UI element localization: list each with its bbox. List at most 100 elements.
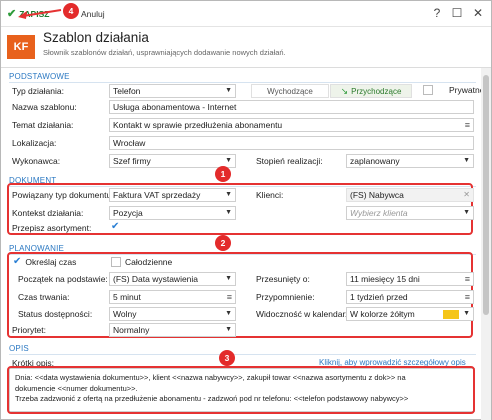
context-select[interactable]: Pozycja ▼ <box>109 206 236 220</box>
duration-value: 5 minut <box>113 292 141 302</box>
start-value: (FS) Data wystawienia <box>113 274 199 284</box>
assortment-label: Przepisz asortyment: <box>12 223 92 233</box>
menu-icon[interactable]: ≡ <box>465 119 470 131</box>
name-value: Usługa abonamentowa - Internet <box>113 102 237 112</box>
executor-value: Szef firmy <box>113 156 151 166</box>
priority-label: Priorytet: <box>12 325 47 335</box>
client-select[interactable]: Wybierz klienta ▼ <box>346 206 474 220</box>
chevron-down-icon: ▼ <box>225 275 232 282</box>
location-input[interactable]: Wrocław <box>109 136 474 150</box>
all-day-label: Całodzienne <box>125 257 173 267</box>
chevron-down-icon: ▼ <box>225 87 232 94</box>
shift-label: Przesunięty o: <box>256 274 310 284</box>
chevron-down-icon: ▼ <box>463 157 470 164</box>
chevron-down-icon: ▼ <box>225 157 232 164</box>
priority-value: Normalny <box>113 325 150 335</box>
outgoing-label: Wychodzące <box>267 86 313 96</box>
chevron-down-icon: ▼ <box>463 310 470 317</box>
template-window: ✔ ZAPISZ Anuluj ? ☐ ✕ 4 KF Szablon dział… <box>0 0 492 420</box>
shift-input[interactable]: 11 miesięcy 15 dni ≡ <box>346 272 474 286</box>
badge-4: 4 <box>63 3 79 19</box>
section-basic: PODSTAWOWE <box>9 72 70 81</box>
menu-icon[interactable]: ≡ <box>465 273 470 285</box>
header-divider <box>1 67 491 68</box>
location-label: Lokalizacja: <box>12 138 57 148</box>
name-label: Nazwa szablonu: <box>12 102 77 112</box>
duration-input[interactable]: 5 minut ≡ <box>109 290 236 304</box>
color-swatch <box>443 310 459 319</box>
page-subtitle: Słownik szablonów działań, usprawniający… <box>43 48 286 57</box>
section-description: OPIS <box>9 344 29 353</box>
reminder-label: Przypomnienie: <box>256 292 315 302</box>
highlight-box-description <box>7 366 475 414</box>
section-divider <box>9 354 476 355</box>
chevron-down-icon: ▼ <box>463 209 470 216</box>
phone-incoming-icon: ↘ <box>340 85 349 96</box>
context-label: Kontekst działania: <box>12 208 84 218</box>
close-icon[interactable]: ✕ <box>463 189 470 201</box>
clients-label: Klienci: <box>256 190 284 200</box>
stage-value: zaplanowany <box>350 156 400 166</box>
subject-value: Kontakt w sprawie przedłużenia abonament… <box>113 120 283 130</box>
start-select[interactable]: (FS) Data wystawienia ▼ <box>109 272 236 286</box>
checkbox-icon <box>423 85 433 95</box>
scrollbar-thumb[interactable] <box>483 75 489 315</box>
doc-type-select[interactable]: Faktura VAT sprzedaży ▼ <box>109 188 236 202</box>
visibility-label: Widoczność w kalendarzu: <box>256 309 357 319</box>
app-logo: KF <box>7 35 35 59</box>
type-select[interactable]: Telefon ▼ <box>109 84 236 98</box>
executor-select[interactable]: Szef firmy ▼ <box>109 154 236 168</box>
doc-type-value: Faktura VAT sprzedaży <box>113 190 201 200</box>
availability-select[interactable]: Wolny ▼ <box>109 307 236 321</box>
close-icon[interactable]: ✕ <box>471 6 485 20</box>
assortment-checkbox[interactable]: ✔ <box>111 221 119 232</box>
client-placeholder: Wybierz klienta <box>350 208 408 218</box>
shift-value: 11 miesięcy 15 dni <box>350 274 420 284</box>
doc-type-label: Powiązany typ dokumentu: <box>12 190 114 200</box>
chevron-down-icon: ▼ <box>225 310 232 317</box>
stage-select[interactable]: zaplanowany ▼ <box>346 154 474 168</box>
location-value: Wrocław <box>113 138 146 148</box>
badge-1: 1 <box>215 166 231 182</box>
type-value: Telefon <box>113 86 141 96</box>
menu-icon[interactable]: ≡ <box>227 291 232 303</box>
subject-input[interactable]: Kontakt w sprawie przedłużenia abonament… <box>109 118 474 132</box>
client-tag-value: (FS) Nabywca <box>350 190 404 200</box>
stage-label: Stopień realizacji: <box>256 156 323 166</box>
visibility-select[interactable]: W kolorze żółtym ▼ <box>346 307 474 321</box>
specify-time-label: Określaj czas <box>25 256 77 267</box>
reminder-input[interactable]: 1 tydzień przed ≡ <box>346 290 474 304</box>
cancel-button[interactable]: Anuluj <box>81 9 105 19</box>
incoming-label: Przychodzące <box>351 86 402 96</box>
priority-select[interactable]: Normalny ▼ <box>109 323 236 337</box>
availability-value: Wolny <box>113 309 137 319</box>
all-day-checkbox[interactable]: Całodzienne <box>111 257 172 267</box>
badge-2: 2 <box>215 235 231 251</box>
outgoing-toggle[interactable]: Wychodzące <box>251 84 329 98</box>
chevron-down-icon: ▼ <box>225 191 232 198</box>
context-value: Pozycja <box>113 208 143 218</box>
chevron-down-icon: ▼ <box>225 209 232 216</box>
section-divider <box>9 82 476 83</box>
maximize-icon[interactable]: ☐ <box>450 6 464 20</box>
duration-label: Czas trwania: <box>18 292 70 302</box>
incoming-toggle[interactable]: ↘ Przychodzące <box>330 84 412 98</box>
reminder-value: 1 tydzień przed <box>350 292 408 302</box>
name-input[interactable]: Usługa abonamentowa - Internet <box>109 100 474 114</box>
type-label: Typ działania: <box>12 86 64 96</box>
subject-label: Temat działania: <box>12 120 74 130</box>
chevron-down-icon: ▼ <box>225 326 232 333</box>
private-label: Prywatne <box>449 85 485 95</box>
menu-icon[interactable]: ≡ <box>465 291 470 303</box>
page-title: Szablon działania <box>43 30 149 45</box>
private-checkbox[interactable]: Prywatne <box>423 85 484 95</box>
client-tag[interactable]: (FS) Nabywca ✕ <box>346 188 474 202</box>
badge-3: 3 <box>219 350 235 366</box>
help-icon[interactable]: ? <box>430 6 444 20</box>
executor-label: Wykonawca: <box>12 156 61 166</box>
specify-time-checkbox[interactable]: ✔ Określaj czas <box>13 256 76 267</box>
availability-label: Status dostępności: <box>18 309 93 319</box>
visibility-value: W kolorze żółtym <box>350 309 415 319</box>
check-icon: ✔ <box>13 256 22 267</box>
checkbox-icon <box>111 257 121 267</box>
